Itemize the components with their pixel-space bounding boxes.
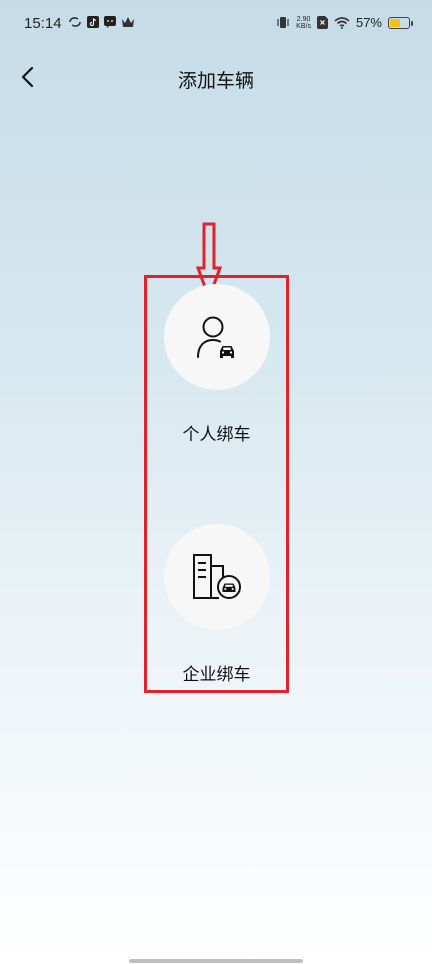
home-indicator[interactable] <box>129 959 303 963</box>
option-circle <box>163 524 270 630</box>
tiktok-icon <box>87 16 99 28</box>
navigation-header: 添加车辆 <box>0 50 432 106</box>
option-label: 个人绑车 <box>182 425 251 445</box>
vibrate-icon <box>277 17 289 28</box>
notification-icons <box>68 16 135 28</box>
option-circle <box>163 284 270 390</box>
page-title: 添加车辆 <box>177 70 254 92</box>
network-speed: 2.90 KB/s <box>296 15 311 30</box>
personal-bind-option[interactable]: 个人绑车 <box>148 284 285 445</box>
battery-icon <box>388 16 413 29</box>
system-icons: 2.90 KB/s 57% <box>276 15 413 30</box>
message-icon <box>104 16 116 28</box>
battery-percent: 57% <box>355 15 382 30</box>
wifi-icon <box>334 16 350 29</box>
status-bar: 15:14 2.90 KB/s 57% <box>0 0 432 50</box>
status-time: 15:14 <box>24 15 62 32</box>
sync-icon <box>69 17 81 27</box>
building-car-icon <box>192 554 241 599</box>
no-sim-icon <box>316 16 328 29</box>
person-car-icon <box>196 316 234 358</box>
crown-icon <box>122 17 134 27</box>
option-label: 企业绑车 <box>182 665 251 685</box>
enterprise-bind-option[interactable]: 企业绑车 <box>148 524 285 685</box>
battery-fill <box>390 18 401 27</box>
